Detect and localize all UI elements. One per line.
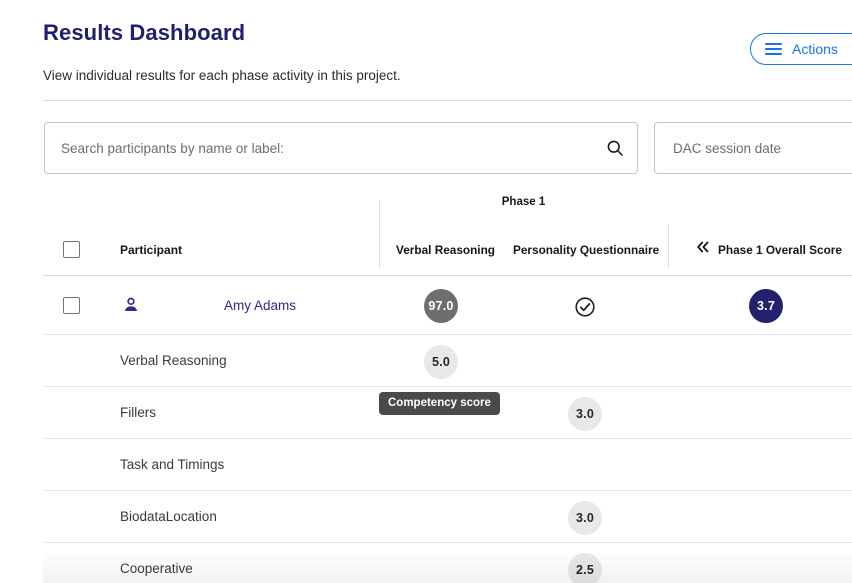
row-label: Cooperative (120, 561, 193, 576)
row-select-checkbox[interactable] (63, 297, 80, 314)
row-divider (43, 490, 852, 491)
hamburger-menu-icon (765, 43, 782, 55)
search-input[interactable] (61, 140, 605, 156)
table-header-row: Participant Verbal Reasoning Personality… (0, 238, 852, 262)
results-table: Phase 1 Participant Verbal Reasoning Per… (0, 196, 852, 583)
table-row: Verbal Reasoning 5.0 (0, 334, 852, 386)
column-group-phase1: Phase 1 (501, 196, 546, 208)
actions-button[interactable]: Actions (750, 33, 852, 65)
row-label: Fillers (120, 405, 156, 420)
row-divider (43, 438, 852, 439)
competency-score-badge[interactable]: 2.5 (568, 553, 602, 583)
table-row: BiodataLocation 3.0 (0, 490, 852, 542)
page-subtitle: View individual results for each phase a… (43, 68, 401, 83)
dac-session-date-field[interactable] (654, 122, 852, 174)
actions-button-label: Actions (792, 41, 838, 57)
check-circle-icon[interactable] (574, 296, 596, 318)
header-divider (43, 100, 852, 101)
table-row: Task and Timings (0, 438, 852, 490)
participant-name-link[interactable]: Amy Adams (224, 298, 296, 313)
results-dashboard-page: Results Dashboard View individual result… (0, 0, 852, 583)
competency-score-badge[interactable]: 3.0 (568, 397, 602, 431)
competency-score-badge[interactable]: 3.0 (568, 501, 602, 535)
table-row: Fillers 3.0 Competency score (0, 386, 852, 438)
chevron-double-left-icon[interactable] (694, 238, 712, 256)
search-icon[interactable] (605, 138, 625, 158)
competency-score-tooltip: Competency score (379, 392, 500, 415)
column-header-verbal-reasoning[interactable]: Verbal Reasoning (396, 243, 495, 257)
phase1-overall-score-badge[interactable]: 3.7 (749, 289, 783, 323)
page-title: Results Dashboard (43, 20, 246, 45)
search-participants-field[interactable] (44, 122, 638, 174)
column-header-personality-questionnaire[interactable]: Personality Questionnaire (513, 243, 659, 257)
row-divider (43, 334, 852, 335)
row-label: Task and Timings (120, 457, 225, 472)
table-row: Amy Adams 97.0 3.7 (0, 276, 852, 334)
dac-session-date-input[interactable] (673, 140, 852, 156)
row-divider (43, 542, 852, 543)
row-label: BiodataLocation (120, 509, 217, 524)
column-header-participant[interactable]: Participant (120, 243, 182, 257)
competency-score-badge[interactable]: 5.0 (424, 345, 458, 379)
person-icon[interactable] (121, 295, 141, 315)
table-row: Cooperative 2.5 (0, 542, 852, 583)
verbal-reasoning-score-badge[interactable]: 97.0 (424, 289, 458, 323)
select-all-checkbox[interactable] (63, 241, 80, 258)
row-divider (43, 386, 852, 387)
column-header-phase1-overall-score[interactable]: Phase 1 Overall Score (718, 243, 842, 257)
row-label: Verbal Reasoning (120, 353, 227, 368)
